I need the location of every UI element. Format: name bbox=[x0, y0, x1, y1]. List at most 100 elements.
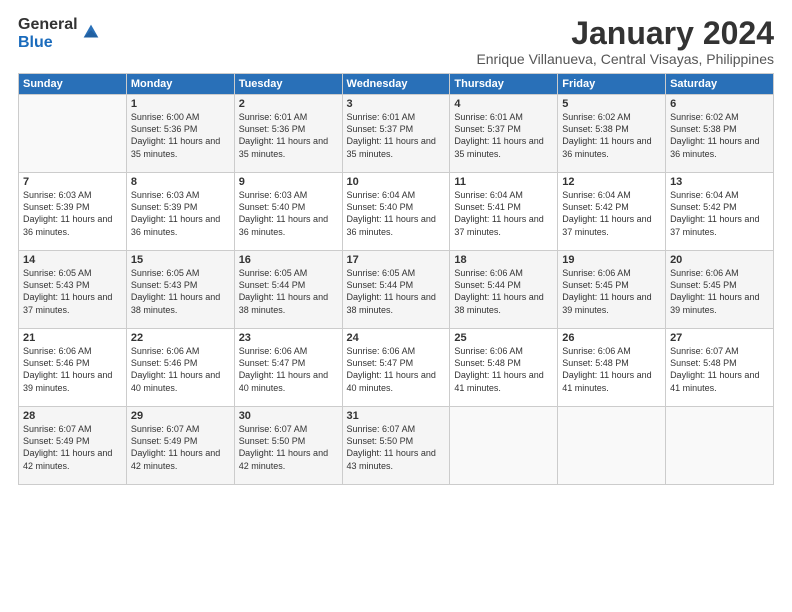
calendar-cell: 23 Sunrise: 6:06 AMSunset: 5:47 PMDaylig… bbox=[234, 329, 342, 407]
calendar-cell: 20 Sunrise: 6:06 AMSunset: 5:45 PMDaylig… bbox=[666, 251, 774, 329]
cell-sunrise: Sunrise: 6:01 AMSunset: 5:36 PMDaylight:… bbox=[239, 112, 328, 158]
cell-sunrise: Sunrise: 6:03 AMSunset: 5:40 PMDaylight:… bbox=[239, 190, 328, 236]
calendar-cell: 22 Sunrise: 6:06 AMSunset: 5:46 PMDaylig… bbox=[126, 329, 234, 407]
cell-sunrise: Sunrise: 6:07 AMSunset: 5:48 PMDaylight:… bbox=[670, 346, 759, 392]
logo-text: General Blue bbox=[18, 16, 78, 51]
cell-sunrise: Sunrise: 6:06 AMSunset: 5:47 PMDaylight:… bbox=[239, 346, 328, 392]
calendar-cell: 4 Sunrise: 6:01 AMSunset: 5:37 PMDayligh… bbox=[450, 95, 558, 173]
cell-sunrise: Sunrise: 6:05 AMSunset: 5:43 PMDaylight:… bbox=[23, 268, 112, 314]
day-number: 29 bbox=[131, 410, 230, 422]
day-number: 12 bbox=[562, 176, 661, 188]
calendar-cell: 29 Sunrise: 6:07 AMSunset: 5:49 PMDaylig… bbox=[126, 407, 234, 485]
cell-sunrise: Sunrise: 6:06 AMSunset: 5:46 PMDaylight:… bbox=[23, 346, 112, 392]
day-number: 4 bbox=[454, 98, 553, 110]
logo-icon bbox=[80, 21, 102, 43]
cell-sunrise: Sunrise: 6:04 AMSunset: 5:40 PMDaylight:… bbox=[347, 190, 436, 236]
calendar-cell: 16 Sunrise: 6:05 AMSunset: 5:44 PMDaylig… bbox=[234, 251, 342, 329]
calendar-cell bbox=[19, 95, 127, 173]
col-thursday: Thursday bbox=[450, 74, 558, 95]
calendar-cell: 30 Sunrise: 6:07 AMSunset: 5:50 PMDaylig… bbox=[234, 407, 342, 485]
logo: General Blue bbox=[18, 16, 102, 51]
cell-sunrise: Sunrise: 6:04 AMSunset: 5:42 PMDaylight:… bbox=[562, 190, 651, 236]
month-title: January 2024 bbox=[476, 16, 774, 51]
calendar-cell: 10 Sunrise: 6:04 AMSunset: 5:40 PMDaylig… bbox=[342, 173, 450, 251]
day-number: 25 bbox=[454, 332, 553, 344]
day-number: 9 bbox=[239, 176, 338, 188]
calendar-table: Sunday Monday Tuesday Wednesday Thursday… bbox=[18, 73, 774, 485]
calendar-cell: 9 Sunrise: 6:03 AMSunset: 5:40 PMDayligh… bbox=[234, 173, 342, 251]
col-monday: Monday bbox=[126, 74, 234, 95]
day-number: 27 bbox=[670, 332, 769, 344]
logo-blue: Blue bbox=[18, 34, 78, 52]
day-number: 6 bbox=[670, 98, 769, 110]
cell-sunrise: Sunrise: 6:07 AMSunset: 5:50 PMDaylight:… bbox=[239, 424, 328, 470]
day-number: 7 bbox=[23, 176, 122, 188]
week-row-4: 21 Sunrise: 6:06 AMSunset: 5:46 PMDaylig… bbox=[19, 329, 774, 407]
cell-sunrise: Sunrise: 6:05 AMSunset: 5:44 PMDaylight:… bbox=[347, 268, 436, 314]
cell-sunrise: Sunrise: 6:04 AMSunset: 5:41 PMDaylight:… bbox=[454, 190, 543, 236]
day-number: 3 bbox=[347, 98, 446, 110]
day-number: 17 bbox=[347, 254, 446, 266]
calendar-cell: 14 Sunrise: 6:05 AMSunset: 5:43 PMDaylig… bbox=[19, 251, 127, 329]
cell-sunrise: Sunrise: 6:03 AMSunset: 5:39 PMDaylight:… bbox=[23, 190, 112, 236]
header: General Blue January 2024 Enrique Villan… bbox=[18, 16, 774, 67]
cell-sunrise: Sunrise: 6:07 AMSunset: 5:50 PMDaylight:… bbox=[347, 424, 436, 470]
calendar-cell: 7 Sunrise: 6:03 AMSunset: 5:39 PMDayligh… bbox=[19, 173, 127, 251]
calendar-cell: 17 Sunrise: 6:05 AMSunset: 5:44 PMDaylig… bbox=[342, 251, 450, 329]
day-number: 20 bbox=[670, 254, 769, 266]
cell-sunrise: Sunrise: 6:07 AMSunset: 5:49 PMDaylight:… bbox=[23, 424, 112, 470]
cell-sunrise: Sunrise: 6:04 AMSunset: 5:42 PMDaylight:… bbox=[670, 190, 759, 236]
header-row: Sunday Monday Tuesday Wednesday Thursday… bbox=[19, 74, 774, 95]
day-number: 1 bbox=[131, 98, 230, 110]
page: General Blue January 2024 Enrique Villan… bbox=[0, 0, 792, 612]
calendar-cell: 27 Sunrise: 6:07 AMSunset: 5:48 PMDaylig… bbox=[666, 329, 774, 407]
day-number: 19 bbox=[562, 254, 661, 266]
cell-sunrise: Sunrise: 6:02 AMSunset: 5:38 PMDaylight:… bbox=[562, 112, 651, 158]
calendar-cell: 8 Sunrise: 6:03 AMSunset: 5:39 PMDayligh… bbox=[126, 173, 234, 251]
cell-sunrise: Sunrise: 6:05 AMSunset: 5:44 PMDaylight:… bbox=[239, 268, 328, 314]
day-number: 10 bbox=[347, 176, 446, 188]
calendar-cell: 25 Sunrise: 6:06 AMSunset: 5:48 PMDaylig… bbox=[450, 329, 558, 407]
week-row-2: 7 Sunrise: 6:03 AMSunset: 5:39 PMDayligh… bbox=[19, 173, 774, 251]
cell-sunrise: Sunrise: 6:06 AMSunset: 5:44 PMDaylight:… bbox=[454, 268, 543, 314]
calendar-cell: 15 Sunrise: 6:05 AMSunset: 5:43 PMDaylig… bbox=[126, 251, 234, 329]
day-number: 26 bbox=[562, 332, 661, 344]
calendar-cell: 11 Sunrise: 6:04 AMSunset: 5:41 PMDaylig… bbox=[450, 173, 558, 251]
cell-sunrise: Sunrise: 6:01 AMSunset: 5:37 PMDaylight:… bbox=[454, 112, 543, 158]
calendar-cell: 12 Sunrise: 6:04 AMSunset: 5:42 PMDaylig… bbox=[558, 173, 666, 251]
week-row-5: 28 Sunrise: 6:07 AMSunset: 5:49 PMDaylig… bbox=[19, 407, 774, 485]
calendar-cell: 13 Sunrise: 6:04 AMSunset: 5:42 PMDaylig… bbox=[666, 173, 774, 251]
day-number: 8 bbox=[131, 176, 230, 188]
calendar-cell: 19 Sunrise: 6:06 AMSunset: 5:45 PMDaylig… bbox=[558, 251, 666, 329]
calendar-cell bbox=[666, 407, 774, 485]
calendar-cell: 6 Sunrise: 6:02 AMSunset: 5:38 PMDayligh… bbox=[666, 95, 774, 173]
day-number: 18 bbox=[454, 254, 553, 266]
col-tuesday: Tuesday bbox=[234, 74, 342, 95]
calendar-cell: 1 Sunrise: 6:00 AMSunset: 5:36 PMDayligh… bbox=[126, 95, 234, 173]
col-friday: Friday bbox=[558, 74, 666, 95]
day-number: 13 bbox=[670, 176, 769, 188]
calendar-cell bbox=[558, 407, 666, 485]
cell-sunrise: Sunrise: 6:06 AMSunset: 5:45 PMDaylight:… bbox=[670, 268, 759, 314]
day-number: 28 bbox=[23, 410, 122, 422]
calendar-cell: 31 Sunrise: 6:07 AMSunset: 5:50 PMDaylig… bbox=[342, 407, 450, 485]
col-sunday: Sunday bbox=[19, 74, 127, 95]
week-row-1: 1 Sunrise: 6:00 AMSunset: 5:36 PMDayligh… bbox=[19, 95, 774, 173]
day-number: 23 bbox=[239, 332, 338, 344]
day-number: 14 bbox=[23, 254, 122, 266]
cell-sunrise: Sunrise: 6:03 AMSunset: 5:39 PMDaylight:… bbox=[131, 190, 220, 236]
cell-sunrise: Sunrise: 6:07 AMSunset: 5:49 PMDaylight:… bbox=[131, 424, 220, 470]
cell-sunrise: Sunrise: 6:00 AMSunset: 5:36 PMDaylight:… bbox=[131, 112, 220, 158]
title-block: January 2024 Enrique Villanueva, Central… bbox=[476, 16, 774, 67]
cell-sunrise: Sunrise: 6:06 AMSunset: 5:46 PMDaylight:… bbox=[131, 346, 220, 392]
day-number: 31 bbox=[347, 410, 446, 422]
day-number: 5 bbox=[562, 98, 661, 110]
cell-sunrise: Sunrise: 6:01 AMSunset: 5:37 PMDaylight:… bbox=[347, 112, 436, 158]
calendar-cell: 18 Sunrise: 6:06 AMSunset: 5:44 PMDaylig… bbox=[450, 251, 558, 329]
week-row-3: 14 Sunrise: 6:05 AMSunset: 5:43 PMDaylig… bbox=[19, 251, 774, 329]
calendar-cell: 24 Sunrise: 6:06 AMSunset: 5:47 PMDaylig… bbox=[342, 329, 450, 407]
day-number: 2 bbox=[239, 98, 338, 110]
day-number: 21 bbox=[23, 332, 122, 344]
day-number: 15 bbox=[131, 254, 230, 266]
calendar-cell: 5 Sunrise: 6:02 AMSunset: 5:38 PMDayligh… bbox=[558, 95, 666, 173]
